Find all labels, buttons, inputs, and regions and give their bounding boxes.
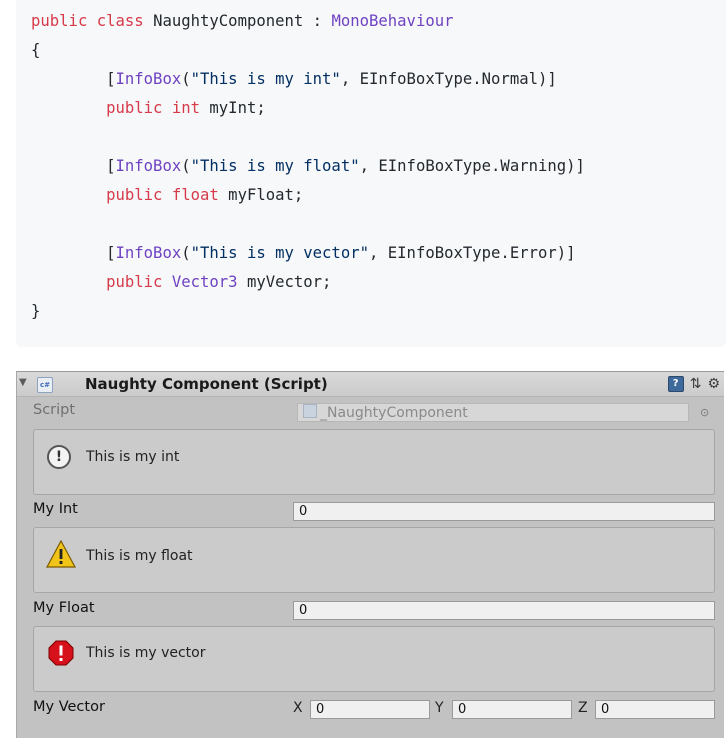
help-icon[interactable]: ? <box>667 376 684 392</box>
code-line: public Vector3 myVector; <box>106 273 332 291</box>
component-title: Naughty Component (Script) <box>85 375 328 393</box>
gear-icon[interactable]: ⚙ <box>707 377 720 391</box>
foldout-arrow-icon[interactable]: ▼ <box>19 377 27 388</box>
code-line: [InfoBox("This is my float", EInfoBoxTyp… <box>31 157 585 175</box>
my-float-label: My Float <box>33 600 95 616</box>
vector-y-label: Y <box>435 700 444 716</box>
object-picker-icon[interactable]: ⊙ <box>700 406 709 419</box>
script-label: Script <box>33 402 76 418</box>
warning-icon <box>46 540 76 568</box>
my-float-field[interactable]: 0 <box>293 601 715 620</box>
infobox-warning: This is my float <box>33 527 715 593</box>
code-line: [InfoBox("This is my int", EInfoBoxType.… <box>31 70 557 88</box>
error-icon <box>48 640 74 666</box>
component-header[interactable]: ▼ c# Naughty Component (Script) ? ⇅ ⚙ <box>17 372 724 397</box>
infobox-normal-text: This is my int <box>86 449 180 465</box>
code-line: { <box>31 41 41 59</box>
infobox-normal: ! This is my int <box>33 429 715 495</box>
infobox-error: This is my vector <box>33 626 715 692</box>
vector-z-label: Z <box>578 700 588 716</box>
header-icons: ? ⇅ ⚙ <box>667 376 720 392</box>
vector-x-label: X <box>293 700 303 716</box>
infobox-warning-text: This is my float <box>86 548 193 564</box>
vector-y-field[interactable]: 0 <box>452 700 572 719</box>
script-value: _NaughtyComponent <box>320 405 468 421</box>
script-field[interactable]: _NaughtyComponent <box>297 403 689 422</box>
vector-z-field[interactable]: 0 <box>595 700 715 719</box>
script-file-icon <box>303 404 317 418</box>
code-block: public class NaughtyComponent : MonoBeha… <box>16 0 726 347</box>
code-text: public class NaughtyComponent : MonoBeha… <box>31 7 585 326</box>
code-line: } <box>31 302 41 320</box>
infobox-error-text: This is my vector <box>86 645 206 661</box>
code-line: [InfoBox("This is my vector", EInfoBoxTy… <box>31 244 576 262</box>
code-line: public class NaughtyComponent : MonoBeha… <box>31 12 454 30</box>
info-icon: ! <box>47 445 71 469</box>
code-line: public float myFloat; <box>106 186 304 204</box>
my-int-label: My Int <box>33 501 78 517</box>
code-line: public int myInt; <box>106 99 266 117</box>
inspector-panel: ▼ c# Naughty Component (Script) ? ⇅ ⚙ Sc… <box>16 371 724 738</box>
my-int-field[interactable]: 0 <box>293 502 715 521</box>
my-vector-label: My Vector <box>33 699 105 715</box>
csharp-script-icon: c# <box>37 377 53 393</box>
presets-icon[interactable]: ⇅ <box>690 377 702 391</box>
vector-x-field[interactable]: 0 <box>310 700 430 719</box>
